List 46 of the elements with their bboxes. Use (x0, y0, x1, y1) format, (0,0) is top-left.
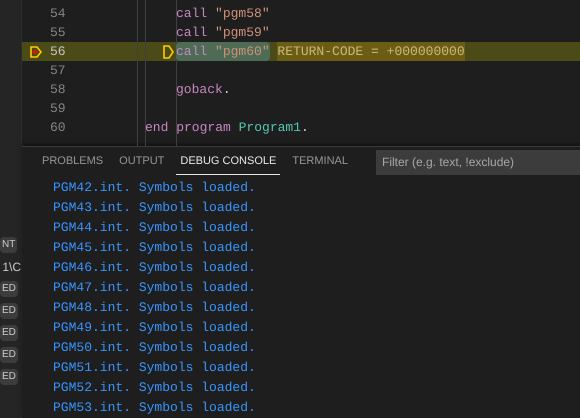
code-token: call (176, 4, 208, 23)
code-token: call (176, 42, 208, 61)
line-number: 57 (50, 62, 65, 80)
line-number: 58 (50, 80, 65, 99)
code-token: "pgm59" (215, 24, 270, 42)
line-number: 60 (50, 118, 65, 137)
console-line: PGM47.int. Symbols loaded. (53, 279, 256, 298)
console-line: PGM42.int. Symbols loaded. (53, 179, 256, 198)
console-line: PGM45.int. Symbols loaded. (53, 239, 256, 258)
panel-tab[interactable]: OUTPUT (115, 149, 168, 175)
filter-field[interactable]: Filter (e.g. text, !exclude) (376, 150, 580, 174)
code-token: "pgm58" (215, 4, 270, 23)
code-token: end (145, 118, 168, 137)
code-token: Program1 (238, 118, 302, 137)
status-badge: ED (0, 325, 18, 341)
status-badge: ED (0, 281, 18, 297)
line-number: 54 (50, 4, 65, 23)
console-line: PGM50.int. Symbols loaded. (53, 339, 256, 358)
console-line: PGM51.int. Symbols loaded. (53, 359, 256, 378)
panel-tab[interactable]: TERMINAL (288, 149, 352, 175)
code-token: goback (176, 80, 223, 99)
console-line: PGM52.int. Symbols loaded. (53, 379, 256, 398)
line-number: 56 (50, 42, 65, 61)
breakpoint-icon[interactable] (30, 46, 42, 58)
code-token: . (301, 118, 309, 137)
current-statement-icon (163, 44, 174, 58)
inline-value: RETURN-CODE = +000000000 (277, 42, 465, 62)
code-token: program (176, 118, 231, 137)
console-line: PGM44.int. Symbols loaded. (53, 219, 256, 238)
panel-tab[interactable]: PROBLEMS (38, 149, 108, 175)
status-badge: ED (0, 369, 18, 385)
console-line: PGM46.int. Symbols loaded. (53, 259, 256, 278)
code-token: . (222, 80, 231, 99)
status-badge: ED (0, 347, 18, 363)
console-line: PGM49.int. Symbols loaded. (53, 319, 256, 338)
console-line: PGM53.int. Symbols loaded. (53, 399, 256, 418)
console-line: PGM48.int. Symbols loaded. (53, 299, 256, 318)
path-text: 1\C (2, 259, 21, 276)
status-badge: NT (0, 237, 18, 253)
status-badge: ED (0, 303, 18, 319)
line-number: 59 (50, 100, 65, 118)
code-token: call (176, 24, 208, 42)
line-number: 55 (50, 24, 65, 42)
console-line: PGM43.int. Symbols loaded. (53, 199, 256, 218)
panel-tab[interactable]: DEBUG CONSOLE (176, 149, 280, 175)
code-token: "pgm60" (215, 42, 270, 61)
